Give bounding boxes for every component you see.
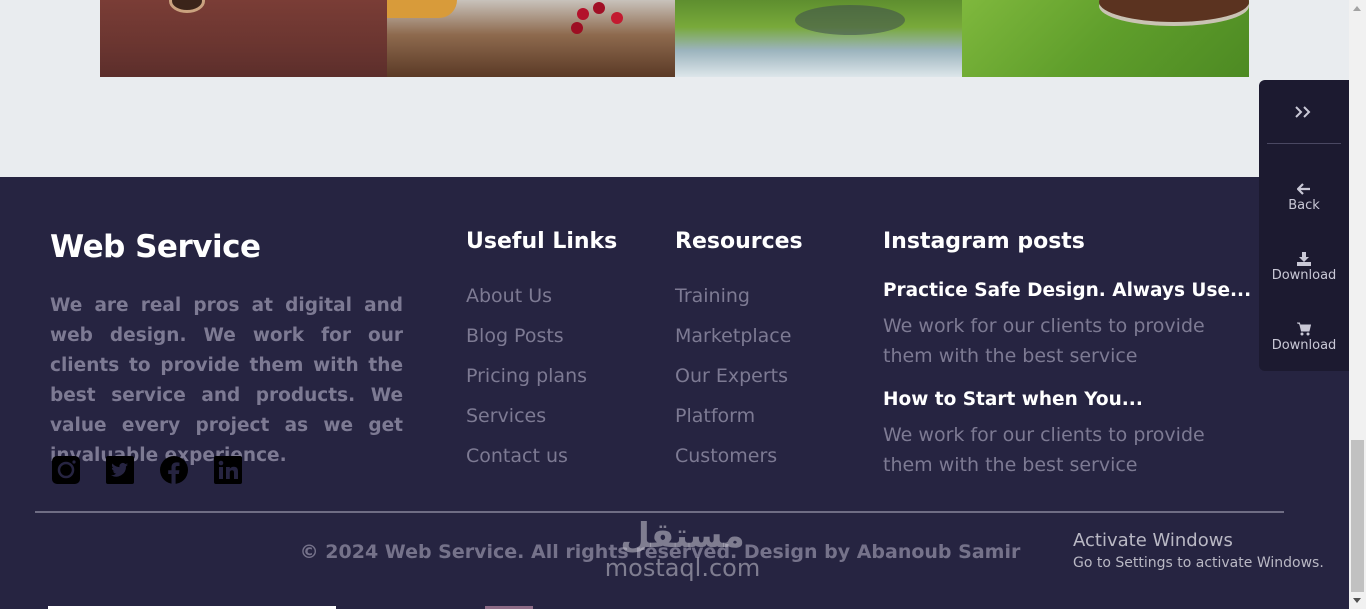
linkedin-icon[interactable]	[212, 454, 244, 486]
footer-link[interactable]: Contact us	[466, 436, 617, 476]
twitter-icon[interactable]	[104, 454, 136, 486]
scroll-down-icon[interactable]	[1353, 598, 1361, 603]
cart-icon	[1297, 322, 1311, 336]
activate-windows-title: Activate Windows	[1073, 530, 1233, 551]
resources-title: Resources	[675, 229, 803, 254]
footer-divider	[35, 511, 1284, 513]
footer-link[interactable]: Blog Posts	[466, 316, 617, 356]
activate-windows-subtitle: Go to Settings to activate Windows.	[1073, 555, 1324, 571]
download-label: Download	[1271, 338, 1337, 353]
resources-list: Training Marketplace Our Experts Platfor…	[675, 276, 803, 476]
instagram-icon[interactable]	[50, 454, 82, 486]
instagram-post-text: We work for our clients to provide them …	[883, 424, 1205, 476]
activate-windows-notice: Activate Windows Go to Settings to activ…	[1073, 530, 1324, 571]
gallery-image[interactable]	[387, 0, 675, 77]
resources-column: Resources Training Marketplace Our Exper…	[675, 229, 803, 476]
download-icon	[1297, 252, 1311, 266]
side-panel-divider	[1267, 143, 1341, 144]
footer-link[interactable]: Our Experts	[675, 356, 803, 396]
useful-links-title: Useful Links	[466, 229, 618, 254]
footer-link[interactable]: Platform	[675, 396, 803, 436]
footer-brand: Web Service We are real pros at digital …	[50, 229, 403, 471]
instagram-posts-column: Instagram posts Practice Safe Design. Al…	[883, 229, 1251, 480]
download-button[interactable]: Download	[1259, 252, 1349, 283]
facebook-icon[interactable]	[158, 454, 190, 486]
scroll-thumb[interactable]	[1351, 440, 1364, 592]
instagram-post-title[interactable]: Practice Safe Design. Always Use...	[883, 280, 1251, 301]
instagram-posts-title: Instagram posts	[883, 229, 1085, 254]
scroll-up-icon[interactable]	[1353, 6, 1361, 11]
double-chevron-right-icon	[1295, 105, 1311, 118]
back-button[interactable]: Back	[1259, 182, 1349, 213]
download-cart-button[interactable]: Download	[1259, 322, 1349, 353]
instagram-post-title[interactable]: How to Start when You...	[883, 389, 1213, 410]
gallery-strip	[100, 0, 1249, 77]
footer-link[interactable]: Marketplace	[675, 316, 803, 356]
gallery-image[interactable]	[961, 0, 1249, 77]
useful-links-list: About Us Blog Posts Pricing plans Servic…	[466, 276, 617, 476]
collapse-toggle-button[interactable]	[1259, 80, 1349, 143]
footer-link[interactable]: Customers	[675, 436, 803, 476]
footer-link[interactable]: Pricing plans	[466, 356, 617, 396]
watermark-arabic: مستقل	[620, 516, 745, 556]
arrow-left-icon	[1297, 183, 1310, 195]
instagram-post[interactable]: How to Start when You... We work for our…	[883, 389, 1213, 480]
side-panel: Back Download Download	[1259, 80, 1349, 371]
footer-brand-title: Web Service	[50, 229, 261, 265]
back-label: Back	[1288, 198, 1320, 213]
mostaql-watermark: مستقل mostaql.com	[600, 518, 765, 582]
instagram-post[interactable]: Practice Safe Design. Always Use... We w…	[883, 280, 1251, 371]
instagram-post-text: We work for our clients to provide them …	[883, 315, 1205, 367]
footer-link[interactable]: Services	[466, 396, 617, 436]
footer-link[interactable]: About Us	[466, 276, 617, 316]
watermark-latin: mostaql.com	[604, 554, 761, 582]
gallery-image[interactable]	[100, 0, 388, 77]
download-label: Download	[1271, 268, 1337, 283]
useful-links-column: Useful Links About Us Blog Posts Pricing…	[466, 229, 617, 476]
gallery-image[interactable]	[674, 0, 962, 77]
footer-brand-description: We are real pros at digital and web desi…	[50, 295, 403, 466]
social-links	[50, 454, 244, 486]
page-scrollbar[interactable]	[1349, 0, 1366, 609]
footer-link[interactable]: Training	[675, 276, 803, 316]
